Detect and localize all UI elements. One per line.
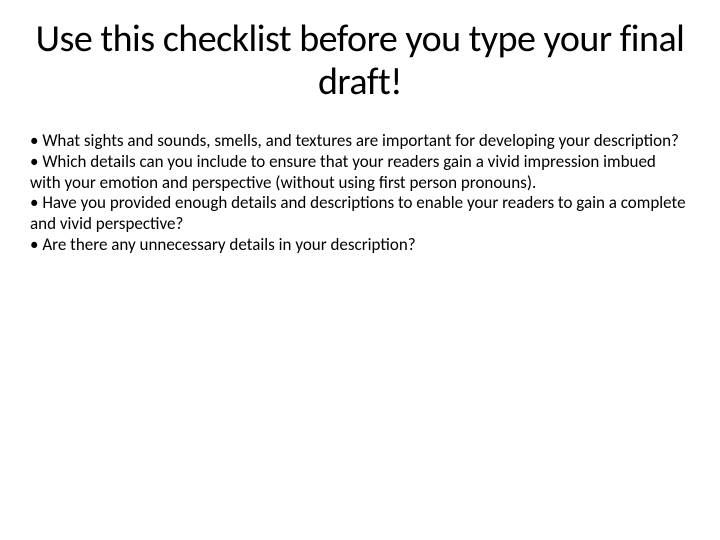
slide: Use this checklist before you type your … bbox=[0, 0, 720, 540]
bullet-icon: • bbox=[30, 151, 42, 172]
slide-title: Use this checklist before you type your … bbox=[30, 18, 690, 103]
list-item-text: Are there any unnecessary details in you… bbox=[42, 234, 415, 255]
list-item: • Are there any unnecessary details in y… bbox=[30, 235, 690, 256]
list-item: • Which details can you include to ensur… bbox=[30, 152, 690, 193]
bullet-icon: • bbox=[30, 234, 42, 255]
bullet-icon: • bbox=[30, 192, 42, 213]
list-item-text: Have you provided enough details and des… bbox=[30, 192, 686, 234]
slide-body: • What sights and sounds, smells, and te… bbox=[30, 131, 690, 255]
list-item-text: Which details can you include to ensure … bbox=[30, 151, 656, 193]
list-item-text: What sights and sounds, smells, and text… bbox=[42, 130, 679, 151]
list-item: • What sights and sounds, smells, and te… bbox=[30, 131, 690, 152]
list-item: • Have you provided enough details and d… bbox=[30, 193, 690, 234]
bullet-icon: • bbox=[30, 130, 42, 151]
